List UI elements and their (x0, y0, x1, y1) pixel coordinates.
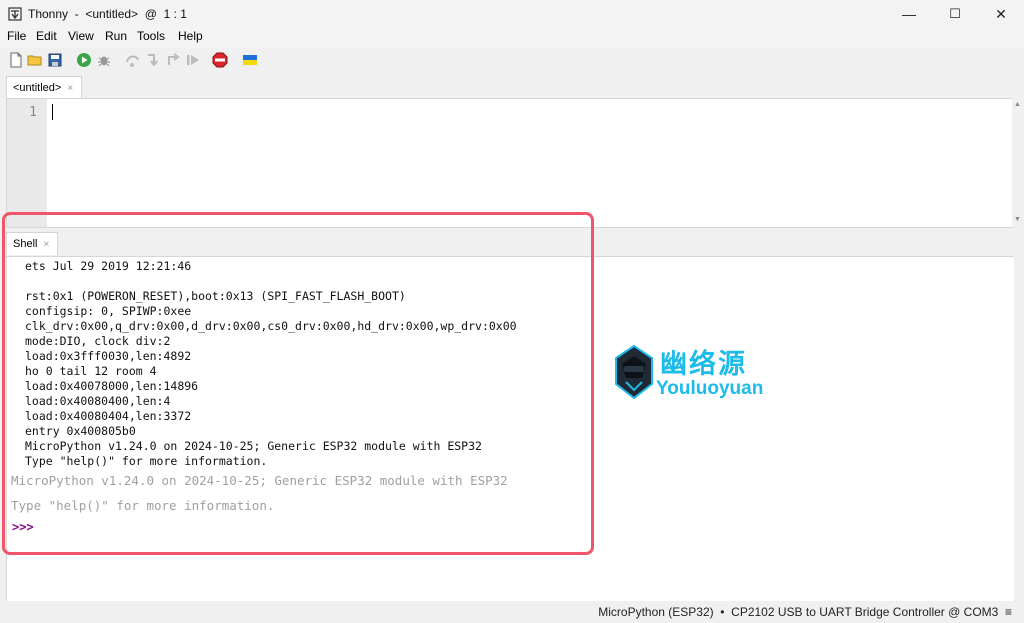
shell-scrollbar[interactable] (1014, 256, 1024, 600)
text-cursor (52, 104, 53, 120)
title-bar: Thonny - <untitled> @ 1 : 1 — ☐ ✕ (0, 0, 1024, 28)
tab-close-icon[interactable]: × (67, 83, 73, 94)
maximize-button[interactable]: ☐ (932, 0, 978, 28)
menu-tools[interactable]: Tools (137, 29, 165, 43)
watermark-english-text: Youluoyuan (656, 378, 764, 399)
resume-icon[interactable] (185, 52, 201, 68)
code-editor[interactable]: 1 (6, 98, 1013, 228)
editor-scrollbar[interactable]: ▲ ▼ (1012, 98, 1024, 226)
menu-help[interactable]: Help (178, 29, 203, 43)
step-out-icon[interactable] (165, 52, 181, 68)
debug-icon[interactable] (96, 52, 112, 68)
menu-run[interactable]: Run (105, 29, 127, 43)
window-title: Thonny - <untitled> @ 1 : 1 (28, 7, 187, 21)
run-icon[interactable] (76, 52, 92, 68)
watermark: 幽络源 Youluoyuan (612, 340, 792, 404)
open-file-icon[interactable] (27, 52, 43, 68)
line-number-gutter: 1 (7, 99, 47, 227)
minimize-button[interactable]: — (886, 0, 932, 28)
new-file-icon[interactable] (8, 52, 24, 68)
ukraine-flag-icon[interactable] (242, 52, 258, 68)
menu-bar: File Edit View Run Tools Help (0, 28, 1024, 48)
save-icon[interactable] (47, 52, 63, 68)
thonny-logo-icon (8, 7, 22, 21)
step-into-icon[interactable] (145, 52, 161, 68)
tab-label: <untitled> (13, 82, 62, 94)
hooded-figure-logo-icon (615, 344, 653, 400)
step-over-icon[interactable] (125, 52, 141, 68)
menu-file[interactable]: File (7, 29, 26, 43)
toolbar (0, 48, 1024, 74)
menu-edit[interactable]: Edit (36, 29, 57, 43)
scroll-down-icon[interactable]: ▼ (1014, 216, 1021, 223)
status-bar: MicroPython (ESP32) • CP2102 USB to UART… (0, 601, 1024, 623)
stop-icon[interactable] (212, 52, 228, 68)
interpreter-status[interactable]: MicroPython (ESP32) • CP2102 USB to UART… (598, 605, 1012, 619)
line-number: 1 (29, 105, 37, 120)
annotation-highlight-box (2, 212, 594, 555)
menu-view[interactable]: View (68, 29, 94, 43)
editor-tab-bar: <untitled> × (0, 74, 1024, 99)
scroll-up-icon[interactable]: ▲ (1014, 101, 1021, 108)
tab-untitled[interactable]: <untitled> × (6, 76, 83, 99)
watermark-chinese-text: 幽络源 (660, 349, 747, 379)
close-window-button[interactable]: ✕ (978, 0, 1024, 28)
